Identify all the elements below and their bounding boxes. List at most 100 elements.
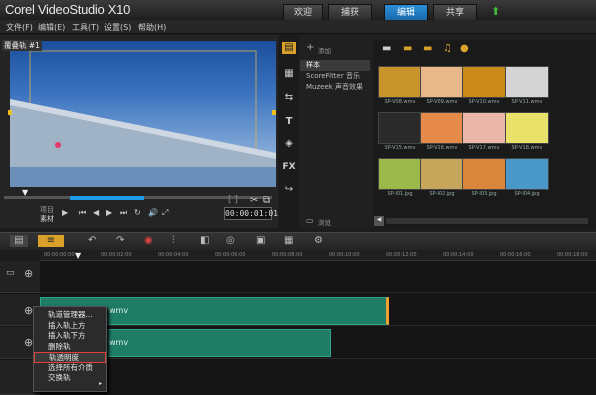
library-thumbnail[interactable] (378, 158, 422, 190)
crop-handle[interactable] (272, 110, 276, 115)
clip-mode-label[interactable]: 素材 (40, 214, 54, 224)
music-filter-icon[interactable]: ♫ (443, 43, 452, 54)
prev-frame-icon[interactable]: ◀ (93, 208, 99, 217)
repeat-icon[interactable]: ↻ (134, 208, 141, 217)
scroll-left-icon[interactable]: ◀ (374, 216, 384, 226)
auto-music-icon[interactable]: ◧ (200, 235, 209, 246)
timecode-display[interactable]: 00:00:01:01 (224, 207, 278, 220)
split-screen-icon[interactable]: ⚙ (314, 235, 323, 246)
video-filter-icon[interactable]: ▬ (403, 43, 412, 54)
library-thumbnail[interactable] (420, 66, 464, 98)
library-scrollbar[interactable] (386, 218, 588, 224)
menu-item-track-transparency[interactable]: 轨透明度 (34, 352, 106, 363)
media-icon[interactable]: ▤ (282, 42, 296, 54)
library-thumbnail[interactable] (505, 158, 549, 190)
menu-edit[interactable]: 编辑(E) (38, 22, 65, 33)
library-thumbnail[interactable] (505, 66, 549, 98)
playhead-marker-icon[interactable]: ▼ (22, 188, 28, 197)
category-muzeek[interactable]: Muzeek 声音效果 (300, 82, 370, 93)
library-thumbnail[interactable] (420, 158, 464, 190)
library-thumbnail[interactable] (462, 66, 506, 98)
library-thumbnail[interactable] (505, 112, 549, 144)
next-frame-icon[interactable]: ▶ (106, 208, 112, 217)
transition-icon[interactable]: ⇆ (282, 92, 296, 104)
folder-icon[interactable]: ▬ (382, 43, 391, 54)
overlay2-settings-icon[interactable]: ⊕ (24, 336, 33, 349)
video-track[interactable] (40, 261, 596, 293)
thumbnail-label: SP-I03.jpg (471, 191, 497, 197)
timeline-view-icon[interactable]: ≡ (38, 235, 64, 247)
preview-screen[interactable] (10, 41, 276, 187)
multicam-icon[interactable]: ▦ (284, 235, 293, 246)
thumbnail-label: SP-V17.wmv (468, 145, 500, 151)
skip-start-icon[interactable]: ⏮ (79, 208, 86, 218)
library-thumbnail[interactable] (378, 112, 422, 144)
library-thumbnail[interactable] (462, 112, 506, 144)
timeline-playhead-icon[interactable]: ▼ (75, 251, 81, 260)
scissors-icon[interactable]: ✂ (250, 195, 258, 206)
thumbnail-label: SP-I04.jpg (514, 191, 540, 197)
instant-project-icon[interactable]: ▦ (282, 68, 296, 80)
storyboard-view-icon[interactable]: ▤ (10, 235, 28, 247)
track-settings-icon[interactable]: ⊕ (24, 267, 33, 280)
thumbnail-label: SP-I02.jpg (429, 191, 455, 197)
audio-mixer-icon[interactable]: ⫶ (172, 235, 175, 246)
thumbnail-label: SP-I01.jpg (387, 191, 413, 197)
menu-item-select-all-media[interactable]: 选择所有介质 (34, 363, 106, 374)
tab-welcome[interactable]: 欢迎 (283, 4, 323, 21)
undo-icon[interactable]: ↶ (88, 235, 96, 246)
browse-label[interactable]: 浏览 (318, 217, 331, 227)
category-sample[interactable]: 样本 (300, 60, 370, 71)
skip-end-icon[interactable]: ⏭ (120, 208, 127, 218)
ruler-tick-label: 00:00:10:00 (329, 252, 360, 258)
menu-item-track-manager[interactable]: 轨道管理器... (34, 310, 106, 321)
thumbnail-label: SP-V16.wmv (426, 145, 458, 151)
library-thumbnail[interactable] (462, 158, 506, 190)
thumbnail-label: SP-V18.wmv (511, 145, 543, 151)
tab-capture[interactable]: 捕获 (328, 4, 372, 21)
volume-icon[interactable]: 🔊 (148, 208, 158, 217)
ruler-tick-label: 00:00:04:00 (158, 252, 189, 258)
path-icon[interactable]: ↪ (282, 184, 296, 196)
photo-filter-icon[interactable]: ▬ (423, 43, 432, 54)
trim-range[interactable] (70, 196, 144, 200)
library-thumbnail[interactable] (378, 66, 422, 98)
ruler-tick-label: 00:00:12:00 (386, 252, 417, 258)
overlay-settings-icon[interactable]: ⊕ (24, 304, 33, 317)
library-category-list: 样本 ScoreFitter 音乐 Muzeek 声音效果 (300, 40, 370, 225)
ruler-tick-label: 00:00:06:00 (215, 252, 246, 258)
motion-tracking-icon[interactable]: ◎ (226, 235, 235, 246)
thumbnail-label: SP-V09.wmv (426, 99, 458, 105)
fx-icon[interactable]: FX (282, 161, 296, 173)
menu-item-insert-below[interactable]: 插入轨下方 (34, 331, 106, 342)
bracket-icons[interactable]: [ ] (228, 195, 238, 205)
browse-icon[interactable]: ▭ (306, 216, 314, 225)
title-icon[interactable]: T (282, 116, 296, 128)
graphic-icon[interactable]: ◈ (282, 138, 296, 150)
library-thumbnail[interactable] (420, 112, 464, 144)
video-track-icon[interactable]: ▭ (6, 268, 15, 278)
copy-icon[interactable]: ⧉ (263, 195, 270, 206)
menu-file[interactable]: 文件(F) (6, 22, 33, 33)
menu-help[interactable]: 帮助(H) (138, 22, 166, 33)
redo-icon[interactable]: ↷ (116, 235, 124, 246)
tab-edit[interactable]: 编辑 (384, 4, 428, 21)
menu-item-insert-above[interactable]: 插入轨上方 (34, 321, 106, 332)
record-icon[interactable]: ◉ (144, 235, 153, 246)
play-icon[interactable]: ▶ (62, 208, 68, 217)
app-title: Corel VideoStudio X10 (5, 2, 130, 17)
menu-tools[interactable]: 工具(T) (72, 22, 99, 33)
ruler-tick-label: 00:00:00:00 (44, 252, 75, 258)
menu-item-delete-track[interactable]: 删除轨 (34, 342, 106, 353)
menu-item-swap-track[interactable]: 交换轨 (34, 373, 106, 384)
fullscreen-icon[interactable]: ⤢ (162, 208, 168, 218)
subtitle-icon[interactable]: ▣ (256, 235, 265, 246)
category-scorefitter[interactable]: ScoreFitter 音乐 (300, 71, 370, 82)
upload-arrow-icon[interactable]: ⬆ (491, 5, 500, 18)
ruler-tick-label: 00:00:08:00 (272, 252, 303, 258)
sort-icon[interactable]: ● (460, 43, 469, 54)
menu-settings[interactable]: 设置(S) (104, 22, 131, 33)
crop-handle[interactable] (8, 110, 12, 115)
tab-share[interactable]: 共享 (433, 4, 477, 21)
thumbnail-label: SP-V15.wmv (384, 145, 416, 151)
